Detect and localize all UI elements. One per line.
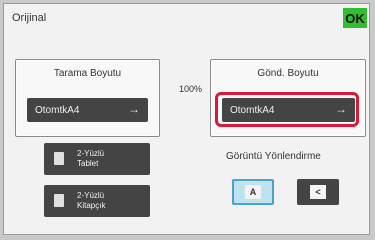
scan-size-button[interactable]: OtomtkA4 → — [27, 98, 148, 122]
ratio-text: 100% — [179, 84, 203, 94]
scan-size-value: OtomtkA4 — [35, 104, 80, 116]
portrait-glyph: A — [245, 185, 261, 199]
duplex-booklet-button[interactable]: 2-Yüzlü Kitapçık — [44, 185, 150, 217]
ok-button[interactable]: OK — [343, 8, 367, 28]
orientation-landscape-button[interactable]: < — [297, 179, 339, 205]
duplex-tablet-button[interactable]: 2-Yüzlü Tablet — [44, 143, 150, 175]
image-orientation-label: Görüntü Yönlendirme — [226, 151, 321, 162]
send-size-value: OtomtkA4 — [230, 104, 275, 116]
arrow-right-icon: → — [128, 102, 140, 116]
original-settings-dialog: Orijinal OK Tarama Boyutu OtomtkA4 → 100… — [3, 3, 370, 235]
dialog-title: Orijinal — [12, 12, 47, 24]
scan-size-label: Tarama Boyutu — [53, 68, 122, 79]
duplex-tablet-icon — [54, 152, 64, 165]
send-size-panel: Gönd. Boyutu OtomtkA4 → — [210, 59, 366, 137]
duplex-booklet-icon — [54, 194, 64, 207]
send-size-button[interactable]: OtomtkA4 → — [222, 98, 355, 122]
scan-size-panel: Tarama Boyutu OtomtkA4 → — [15, 59, 160, 137]
duplex-tablet-label: 2-Yüzlü Tablet — [77, 149, 105, 168]
duplex-booklet-label: 2-Yüzlü Kitapçık — [77, 191, 106, 210]
landscape-glyph: < — [310, 185, 326, 199]
orientation-portrait-button[interactable]: A — [232, 179, 274, 205]
send-size-label: Gönd. Boyutu — [257, 68, 319, 79]
arrow-right-icon: → — [335, 102, 347, 116]
